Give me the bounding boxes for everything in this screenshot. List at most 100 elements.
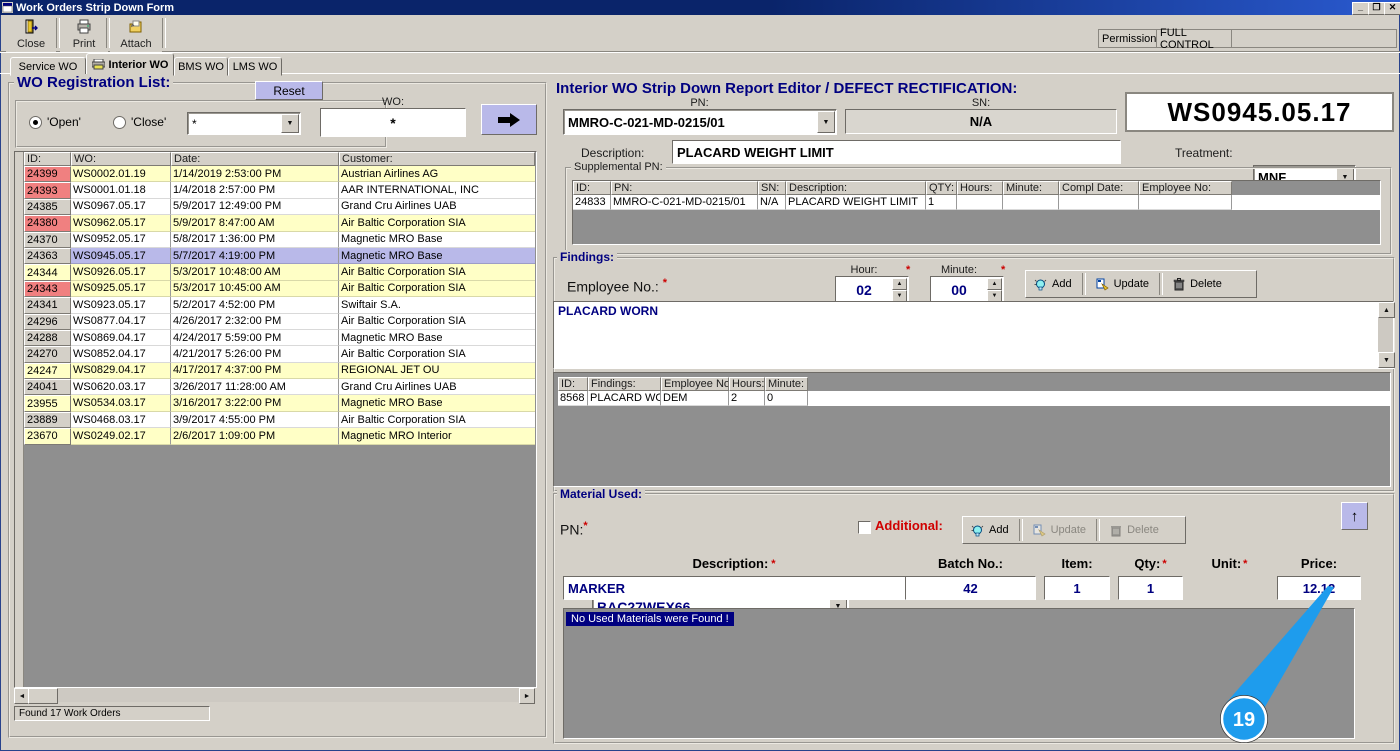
hscroll-thumb[interactable]: [28, 688, 58, 704]
wo-date-cell[interactable]: 4/26/2017 2:32:00 PM: [171, 314, 339, 330]
pn-dropdown[interactable]: MMRO-C-021-MD-0215/01 ▼: [563, 109, 837, 135]
table-row[interactable]: 23955 WS0534.03.17 3/16/2017 3:22:00 PM …: [24, 395, 535, 411]
minute-spinner[interactable]: 00 ▲▼: [930, 276, 1004, 304]
close-button[interactable]: Close: [6, 17, 56, 52]
col-header-wo[interactable]: WO:: [71, 152, 171, 166]
wo-customer-cell[interactable]: Air Baltic Corporation SIA: [339, 346, 535, 362]
material-add-button[interactable]: Add: [963, 522, 1017, 539]
wo-id-cell[interactable]: 24380: [24, 215, 71, 231]
wo-number-cell[interactable]: WS0620.03.17: [71, 379, 171, 395]
table-row[interactable]: 24296 WS0877.04.17 4/26/2017 2:32:00 PM …: [24, 314, 535, 330]
wo-id-cell[interactable]: 24344: [24, 264, 71, 280]
wo-date-cell[interactable]: 1/4/2018 2:57:00 PM: [171, 182, 339, 198]
wo-date-cell[interactable]: 2/6/2017 1:09:00 PM: [171, 428, 339, 444]
batch-field[interactable]: 42: [905, 576, 1036, 600]
col-header-customer[interactable]: Customer:: [339, 152, 535, 166]
wo-number-cell[interactable]: WS0852.04.17: [71, 346, 171, 362]
wo-id-cell[interactable]: 24288: [24, 330, 71, 346]
wo-date-cell[interactable]: 3/16/2017 3:22:00 PM: [171, 395, 339, 411]
wo-search-input[interactable]: *: [320, 108, 466, 137]
wo-customer-cell[interactable]: Magnetic MRO Base: [339, 395, 535, 411]
wo-id-cell[interactable]: 24296: [24, 314, 71, 330]
spin-up-icon[interactable]: ▲: [987, 278, 1002, 290]
chevron-down-icon[interactable]: ▼: [281, 114, 299, 133]
wo-id-cell[interactable]: 24393: [24, 182, 71, 198]
table-row[interactable]: 24399 WS0002.01.19 1/14/2019 2:53:00 PM …: [24, 166, 535, 182]
item-field[interactable]: 1: [1044, 576, 1110, 600]
wo-number-cell[interactable]: WS0945.05.17: [71, 248, 171, 264]
table-row[interactable]: 24370 WS0952.05.17 5/8/2017 1:36:00 PM M…: [24, 232, 535, 248]
findings-vscrollbar[interactable]: ▲ ▼: [1378, 302, 1393, 368]
wo-number-cell[interactable]: WS0877.04.17: [71, 314, 171, 330]
wo-id-cell[interactable]: 24363: [24, 248, 71, 264]
wo-customer-cell[interactable]: REGIONAL JET OU: [339, 363, 535, 379]
table-row[interactable]: 23670 WS0249.02.17 2/6/2017 1:09:00 PM M…: [24, 428, 535, 444]
tab-interior-wo[interactable]: Interior WO: [86, 53, 174, 76]
wo-number-cell[interactable]: WS0967.05.17: [71, 199, 171, 215]
spin-up-icon[interactable]: ▲: [892, 278, 907, 290]
scroll-down-icon[interactable]: ▼: [1378, 352, 1395, 368]
wo-date-cell[interactable]: 3/9/2017 4:55:00 PM: [171, 412, 339, 428]
attach-button[interactable]: Attach: [110, 17, 162, 52]
table-row[interactable]: 23889 WS0468.03.17 3/9/2017 4:55:00 PM A…: [24, 412, 535, 428]
tab-lms-wo[interactable]: LMS WO: [228, 57, 282, 76]
reset-button[interactable]: Reset: [255, 81, 323, 100]
wo-number-cell[interactable]: WS0923.05.17: [71, 297, 171, 313]
wo-id-cell[interactable]: 23889: [24, 412, 71, 428]
table-row[interactable]: 24385 WS0967.05.17 5/9/2017 12:49:00 PM …: [24, 199, 535, 215]
wo-date-cell[interactable]: 4/24/2017 5:59:00 PM: [171, 330, 339, 346]
wo-customer-cell[interactable]: AAR INTERNATIONAL, INC: [339, 182, 535, 198]
qty-field[interactable]: 1: [1118, 576, 1183, 600]
wo-date-cell[interactable]: 5/9/2017 12:49:00 PM: [171, 199, 339, 215]
wo-date-cell[interactable]: 5/7/2017 4:19:00 PM: [171, 248, 339, 264]
wo-number-cell[interactable]: WS0468.03.17: [71, 412, 171, 428]
search-go-button[interactable]: [481, 104, 537, 135]
supplemental-row[interactable]: 24833 MMRO-C-021-MD-0215/01 N/A PLACARD …: [573, 195, 1380, 210]
table-row[interactable]: 24247 WS0829.04.17 4/17/2017 4:37:00 PM …: [24, 363, 535, 379]
table-row[interactable]: 24341 WS0923.05.17 5/2/2017 4:52:00 PM S…: [24, 297, 535, 313]
wo-number-cell[interactable]: WS0001.01.18: [71, 182, 171, 198]
wo-customer-cell[interactable]: Magnetic MRO Interior: [339, 428, 535, 444]
radio-close[interactable]: 'Close': [113, 115, 166, 129]
wo-number-cell[interactable]: WS0925.05.17: [71, 281, 171, 297]
wo-date-cell[interactable]: 5/8/2017 1:36:00 PM: [171, 232, 339, 248]
scroll-top-button[interactable]: ↑: [1341, 502, 1368, 530]
table-row[interactable]: 24393 WS0001.01.18 1/4/2018 2:57:00 PM A…: [24, 182, 535, 198]
chevron-down-icon[interactable]: ▼: [817, 111, 835, 133]
table-row[interactable]: 24288 WS0869.04.17 4/24/2017 5:59:00 PM …: [24, 330, 535, 346]
wo-id-cell[interactable]: 24341: [24, 297, 71, 313]
wo-customer-cell[interactable]: Air Baltic Corporation SIA: [339, 281, 535, 297]
restore-button[interactable]: ❐: [1368, 2, 1385, 15]
wo-id-cell[interactable]: 24247: [24, 363, 71, 379]
table-row[interactable]: 24270 WS0852.04.17 4/21/2017 5:26:00 PM …: [24, 346, 535, 362]
wo-number-cell[interactable]: WS0829.04.17: [71, 363, 171, 379]
wo-customer-cell[interactable]: Magnetic MRO Base: [339, 248, 535, 264]
wo-customer-cell[interactable]: Air Baltic Corporation SIA: [339, 264, 535, 280]
additional-checkbox[interactable]: [858, 521, 871, 534]
wo-number-cell[interactable]: WS0869.04.17: [71, 330, 171, 346]
wo-customer-cell[interactable]: Austrian Airlines AG: [339, 166, 535, 182]
wo-date-cell[interactable]: 4/17/2017 4:37:00 PM: [171, 363, 339, 379]
scroll-up-icon[interactable]: ▲: [1378, 302, 1395, 318]
tab-bms-wo[interactable]: BMS WO: [174, 57, 228, 76]
wo-id-cell[interactable]: 24370: [24, 232, 71, 248]
table-row[interactable]: 24380 WS0962.05.17 5/9/2017 8:47:00 AM A…: [24, 215, 535, 231]
wo-id-cell[interactable]: 24270: [24, 346, 71, 362]
wo-date-cell[interactable]: 5/9/2017 8:47:00 AM: [171, 215, 339, 231]
wo-customer-cell[interactable]: Magnetic MRO Base: [339, 232, 535, 248]
wo-number-cell[interactable]: WS0962.05.17: [71, 215, 171, 231]
close-window-button[interactable]: ✕: [1384, 2, 1400, 15]
findings-update-button[interactable]: Update: [1088, 276, 1157, 293]
wo-id-cell[interactable]: 23955: [24, 395, 71, 411]
findings-textarea[interactable]: PLACARD WORN ▲ ▼: [553, 301, 1394, 369]
wo-customer-cell[interactable]: Grand Cru Airlines UAB: [339, 379, 535, 395]
table-row[interactable]: 24344 WS0926.05.17 5/3/2017 10:48:00 AM …: [24, 264, 535, 280]
wo-number-cell[interactable]: WS0002.01.19: [71, 166, 171, 182]
material-description-field[interactable]: MARKER: [563, 576, 909, 600]
wo-id-cell[interactable]: 23670: [24, 428, 71, 444]
table-row[interactable]: 24343 WS0925.05.17 5/3/2017 10:45:00 AM …: [24, 281, 535, 297]
price-field[interactable]: 12.12: [1277, 576, 1361, 600]
wo-id-cell[interactable]: 24399: [24, 166, 71, 182]
wo-number-cell[interactable]: WS0952.05.17: [71, 232, 171, 248]
table-row[interactable]: 24041 WS0620.03.17 3/26/2017 11:28:00 AM…: [24, 379, 535, 395]
